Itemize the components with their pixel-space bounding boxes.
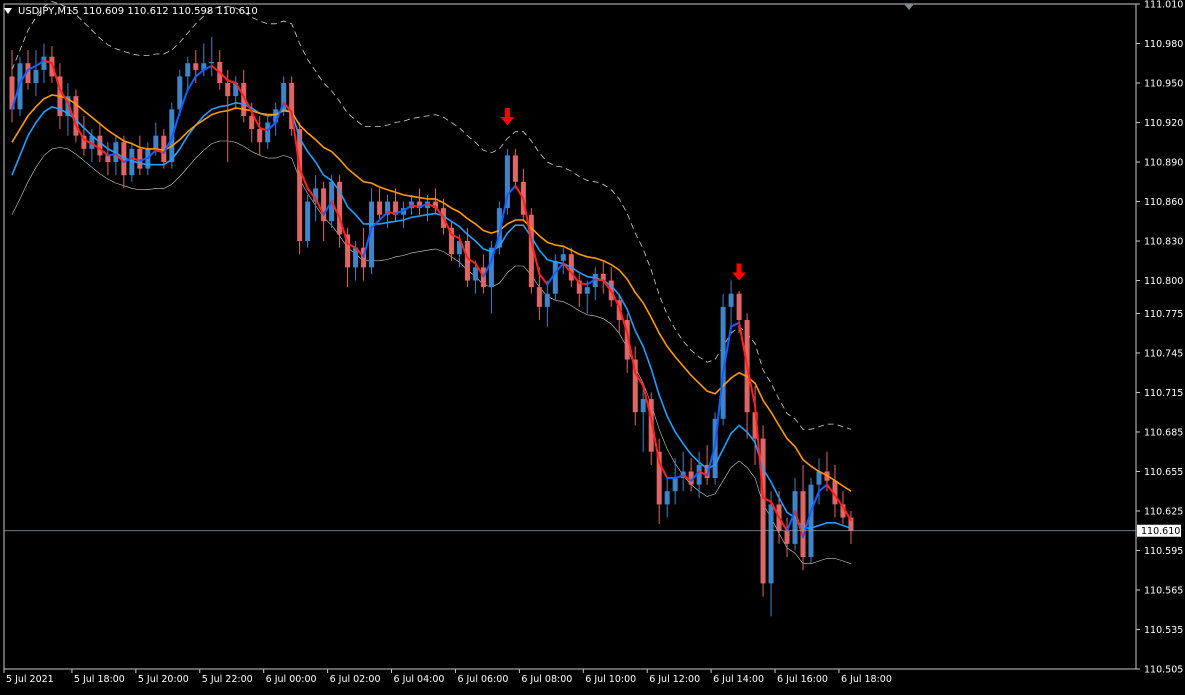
candle-body [41, 56, 47, 70]
x-tick-label: 5 Jul 18:00 [74, 674, 125, 685]
x-tick-label: 6 Jul 18:00 [841, 674, 892, 685]
fast-ma-segment [538, 272, 549, 286]
x-tick-label: 6 Jul 04:00 [394, 674, 445, 685]
sell-arrow-icon [732, 263, 747, 281]
y-tick-label: 110.715 [1144, 388, 1183, 399]
candle-body [560, 254, 566, 261]
candle-body [672, 478, 678, 492]
candle-body [257, 129, 263, 143]
x-tick-label: 6 Jul 02:00 [330, 674, 381, 685]
candle-body [209, 61, 215, 64]
candle-body [552, 260, 558, 294]
y-tick-label: 110.505 [1144, 665, 1183, 676]
candle-body [544, 293, 550, 307]
y-tick-label: 110.625 [1144, 506, 1183, 517]
y-tick-label: 110.830 [1144, 237, 1183, 248]
x-tick-label: 6 Jul 06:00 [457, 674, 508, 685]
y-tick-label: 110.565 [1144, 585, 1183, 596]
chart-header: USDJPY,M15 110.609 110.612 110.598 110.6… [4, 4, 258, 18]
candle-body [784, 530, 790, 544]
x-tick-label: 5 Jul 2021 [6, 674, 54, 685]
y-tick-label: 110.890 [1144, 158, 1183, 169]
candle-body [800, 491, 806, 558]
fast-ma-segment [386, 211, 397, 215]
x-tick-label: 6 Jul 10:00 [585, 674, 636, 685]
fast-ma-segment [817, 483, 828, 493]
y-tick-label: 110.655 [1144, 467, 1183, 478]
candle-body [265, 122, 271, 143]
y-tick-label: 110.775 [1144, 309, 1183, 320]
x-tick-label: 5 Jul 20:00 [138, 674, 189, 685]
chevron-down-icon[interactable] [4, 8, 12, 14]
candle-body [816, 471, 822, 485]
candle-body [33, 69, 39, 84]
price-chart[interactable]: 111.010 110.980 110.950 110.920 110.890 110.8… [0, 0, 1185, 691]
candle-body [536, 287, 542, 307]
candle-body [464, 241, 470, 281]
candle-body [808, 484, 814, 558]
x-tick-label: 6 Jul 14:00 [713, 674, 764, 685]
candle-body [297, 129, 303, 242]
candle-body [472, 267, 478, 281]
fast-ma-segment [730, 321, 741, 328]
y-tick-label: 110.800 [1144, 276, 1183, 287]
bid-price-label: 110.610 [1141, 526, 1180, 537]
symbol-label: USDJPY,M15 [18, 5, 79, 17]
x-tick-label: 6 Jul 12:00 [649, 674, 700, 685]
fast-ma-segment [194, 68, 205, 78]
candle-body [305, 201, 311, 242]
fast-ma-segment [594, 278, 605, 282]
y-tick-label: 110.535 [1144, 625, 1183, 636]
fast-ma-segment [578, 282, 589, 286]
candle-body [512, 155, 518, 182]
y-tick-label: 110.920 [1144, 118, 1183, 129]
candle-body [584, 287, 590, 294]
x-tick-label: 6 Jul 08:00 [521, 674, 572, 685]
candle-body [193, 63, 199, 70]
chart-frame [3, 3, 1137, 670]
candle-body [321, 188, 327, 222]
candle-body [97, 135, 103, 156]
candle-body [377, 201, 383, 215]
y-tick-label: 111.010 [1144, 0, 1183, 11]
candle-body [153, 135, 159, 149]
candle-body [249, 115, 255, 130]
candle-body [768, 504, 774, 584]
fast-ma-segment [106, 153, 117, 157]
y-tick-label: 110.745 [1144, 348, 1183, 359]
candle-body [640, 399, 646, 413]
candle-body [137, 148, 143, 169]
candle-body [185, 63, 191, 77]
y-tick-label: 110.685 [1144, 427, 1183, 438]
chart-canvas[interactable]: 111.010 110.980 110.950 110.920 110.890 110.8… [0, 0, 1185, 691]
fast-ma-segment [410, 204, 421, 208]
fast-ma-segment [186, 75, 197, 91]
y-tick-label: 110.950 [1144, 79, 1183, 90]
candle-body [736, 293, 742, 321]
y-tick-label: 110.980 [1144, 39, 1183, 50]
y-tick-label: 110.595 [1144, 546, 1183, 557]
candle-body [728, 293, 734, 307]
candle-body [225, 83, 231, 97]
x-tick-label: 6 Jul 00:00 [266, 674, 317, 685]
ohlc-readout: 110.609 110.612 110.598 110.610 [82, 5, 258, 17]
candle-body [664, 491, 670, 505]
x-tick-label: 6 Jul 16:00 [777, 674, 828, 685]
x-tick-label: 5 Jul 22:00 [202, 674, 253, 685]
fast-ma-segment [226, 79, 237, 85]
sell-arrow-icon [500, 108, 515, 126]
chart-shift-icon [904, 4, 914, 10]
y-tick-label: 110.860 [1144, 197, 1183, 208]
